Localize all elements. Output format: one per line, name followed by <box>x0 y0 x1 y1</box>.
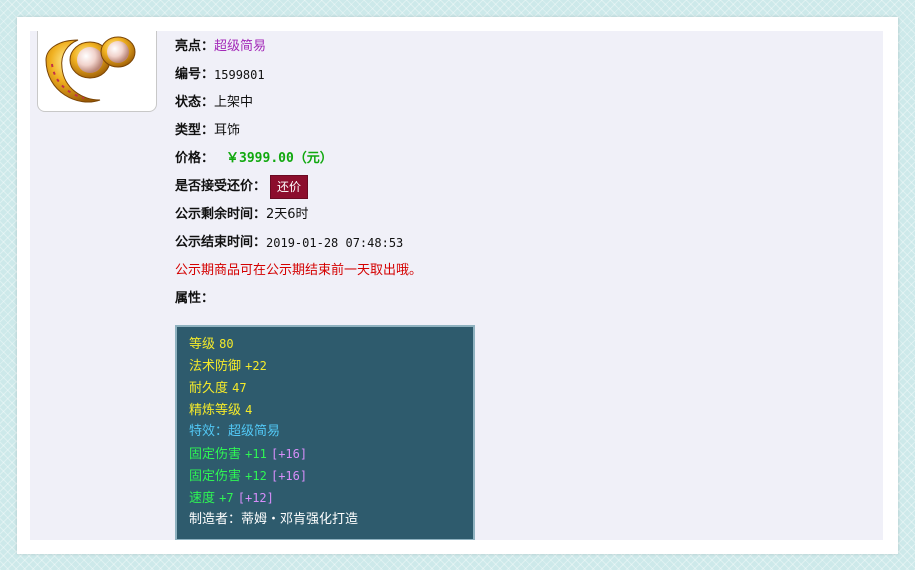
item-info-list: 亮点： 超级简易 编号： 1599801 状态： 上架中 类型： 耳饰 价格： … <box>175 33 865 313</box>
attr-speed-label: 速度 <box>189 491 216 506</box>
type-value: 耳饰 <box>214 123 241 138</box>
remaining-time-row: 公示剩余时间： 2天6时 <box>175 201 865 229</box>
end-time-value: 2019-01-28 07:48:53 <box>266 236 404 250</box>
attr-fixed-damage-1: 固定伤害 +11 [+16] <box>189 443 461 465</box>
remaining-time-value: 2天6时 <box>266 207 309 222</box>
counteroffer-label: 是否接受还价： <box>175 179 267 194</box>
attr-refine-level: 精炼等级 4 <box>189 399 461 421</box>
attr-speed: 速度 +7 [+12] <box>189 487 461 509</box>
attr-durability-value: 47 <box>232 381 247 395</box>
attr-magic-defense-label: 法术防御 <box>189 359 242 374</box>
type-row: 类型： 耳饰 <box>175 117 865 145</box>
attr-maker: 制造者：蒂姆・邓肯强化打造 <box>189 509 461 531</box>
item-detail-panel: 亮点： 超级简易 编号： 1599801 状态： 上架中 类型： 耳饰 价格： … <box>30 31 883 540</box>
attr-fixed-damage-2-value: +12 <box>245 469 267 483</box>
price-label: 价格： <box>175 151 215 166</box>
type-label: 类型： <box>175 123 215 138</box>
counteroffer-row: 是否接受还价： 还价 <box>175 173 865 201</box>
attr-fixed-damage-1-value: +11 <box>245 447 267 461</box>
attr-fixed-damage-1-bonus: [+16] <box>270 447 308 461</box>
attr-fixed-damage-1-label: 固定伤害 <box>189 447 242 462</box>
status-row: 状态： 上架中 <box>175 89 865 117</box>
attr-level-value: 80 <box>219 337 234 351</box>
highlight-value: 超级简易 <box>214 39 267 54</box>
attr-refine-level-label: 精炼等级 <box>189 403 242 418</box>
attr-durability: 耐久度 47 <box>189 377 461 399</box>
highlight-label: 亮点： <box>175 39 215 54</box>
attributes-panel: 等级 80 法术防御 +22 耐久度 47 精炼等级 4 特效：超级简易 固定伤… <box>175 325 475 540</box>
notice-text: 公示期商品可在公示期结束前一天取出哦。 <box>175 263 423 278</box>
remaining-time-label: 公示剩余时间： <box>175 207 267 222</box>
status-value: 上架中 <box>214 95 254 110</box>
attr-maker-text: 制造者：蒂姆・邓肯强化打造 <box>189 512 359 527</box>
id-value: 1599801 <box>214 68 265 82</box>
attr-speed-bonus: [+12] <box>237 491 274 505</box>
notice-row: 公示期商品可在公示期结束前一天取出哦。 <box>175 257 865 285</box>
attributes-label: 属性： <box>175 291 215 306</box>
attr-magic-defense: 法术防御 +22 <box>189 355 461 377</box>
end-time-row: 公示结束时间： 2019-01-28 07:48:53 <box>175 229 865 257</box>
attr-magic-defense-value: +22 <box>245 359 267 373</box>
attr-fixed-damage-2-label: 固定伤害 <box>189 469 242 484</box>
content-frame: 亮点： 超级简易 编号： 1599801 状态： 上架中 类型： 耳饰 价格： … <box>17 17 898 554</box>
attr-level: 等级 80 <box>189 333 461 355</box>
price-value: ￥3999.00（元） <box>226 151 333 166</box>
highlight-row: 亮点： 超级简易 <box>175 33 865 61</box>
attributes-row: 属性： <box>175 285 865 313</box>
pearl-earring-icon <box>45 36 136 103</box>
attr-durability-label: 耐久度 <box>189 381 229 396</box>
attr-fixed-damage-2: 固定伤害 +12 [+16] <box>189 465 461 487</box>
id-row: 编号： 1599801 <box>175 61 865 89</box>
attr-effect-value: 超级简易 <box>228 424 281 439</box>
price-row: 价格： ￥3999.00（元） <box>175 145 865 173</box>
end-time-label: 公示结束时间： <box>175 235 267 250</box>
attr-effect: 特效：超级简易 <box>189 421 461 443</box>
attr-refine-level-value: 4 <box>245 403 253 417</box>
counteroffer-button[interactable]: 还价 <box>270 175 309 199</box>
item-thumbnail <box>37 31 157 112</box>
status-label: 状态： <box>175 95 215 110</box>
attr-fixed-damage-2-bonus: [+16] <box>270 469 308 483</box>
id-label: 编号： <box>175 67 215 82</box>
attr-effect-label: 特效： <box>189 424 229 439</box>
attr-level-label: 等级 <box>189 337 216 352</box>
attr-speed-value: +7 <box>219 491 234 505</box>
